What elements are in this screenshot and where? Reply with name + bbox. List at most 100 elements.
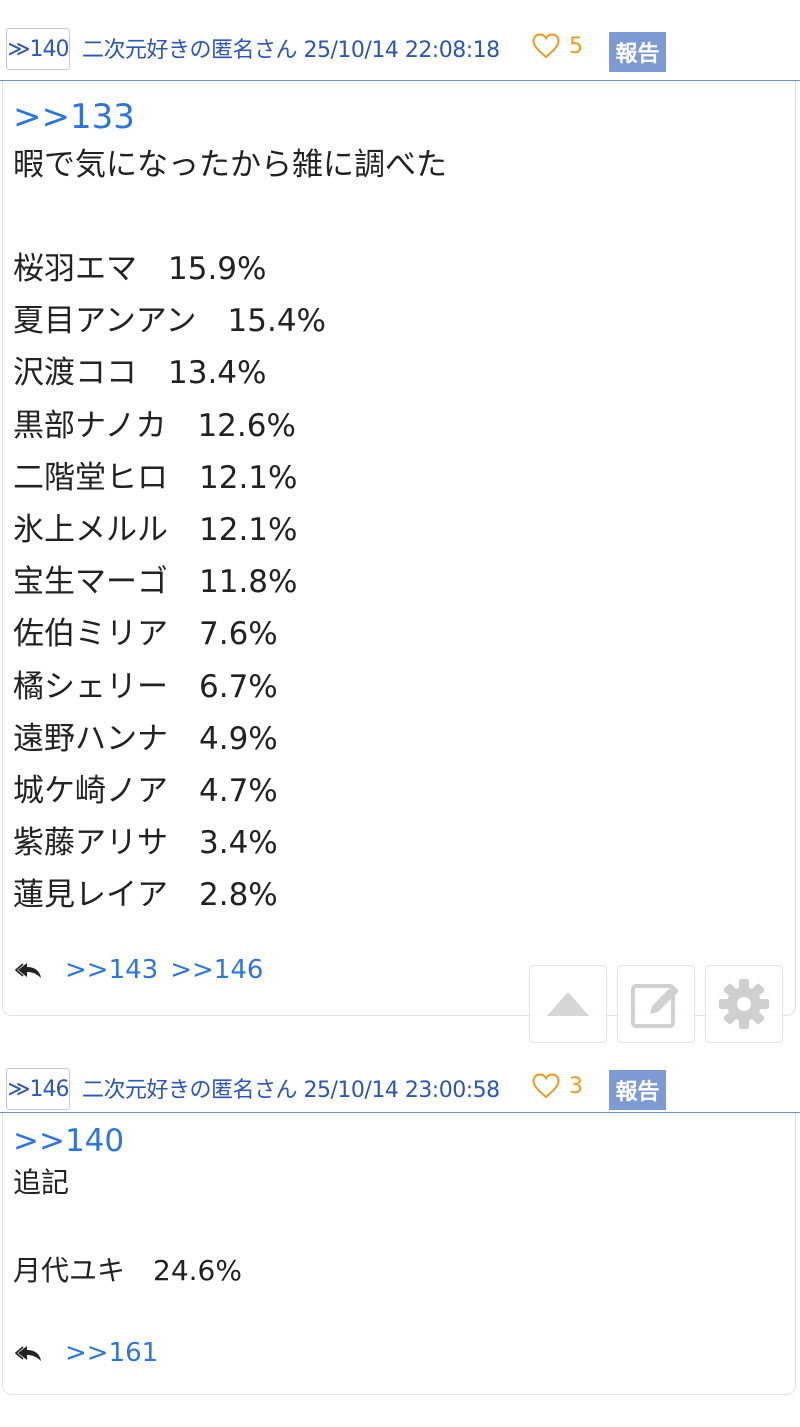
separator bbox=[168, 721, 199, 757]
reply-link[interactable]: >>161 bbox=[65, 1338, 158, 1368]
character-name: 二階堂ヒロ bbox=[13, 459, 168, 496]
res-number-button[interactable]: ≫ 146 bbox=[6, 1068, 70, 1110]
separator bbox=[168, 564, 199, 600]
ranking-row: 氷上メルル 12.1% bbox=[13, 504, 795, 556]
author-name: 二次元好きの匿名さん bbox=[82, 1078, 298, 1103]
percentage-value: 4.9% bbox=[199, 720, 278, 757]
post-body: >>133 暇で気になったから雑に調べた 桜羽エマ 15.9% 夏目アンアン 15… bbox=[2, 81, 796, 1016]
res-number: 140 bbox=[29, 36, 70, 62]
like-button[interactable]: 3 bbox=[531, 1072, 583, 1100]
separator bbox=[168, 877, 199, 913]
separator bbox=[168, 512, 199, 548]
percentage-value: 11.8% bbox=[199, 564, 298, 601]
reply-link[interactable]: >>143 bbox=[65, 955, 158, 985]
character-name: 紫藤アリサ bbox=[13, 825, 168, 862]
character-name: 桜羽エマ bbox=[13, 251, 137, 287]
character-name: 夏目アンアン bbox=[13, 303, 197, 340]
res-number: 146 bbox=[29, 1076, 70, 1102]
post-header: ≫ 140 二次元好きの匿名さん 25/10/14 22:08:18 5 報告 bbox=[0, 0, 800, 81]
separator bbox=[168, 616, 199, 652]
character-name: 沢渡ココ bbox=[13, 355, 137, 392]
percentage-value: 12.1% bbox=[199, 512, 298, 549]
separator bbox=[168, 460, 199, 496]
ranking-row: 二階堂ヒロ 12.1% bbox=[13, 452, 795, 504]
ranking-row: 宝生マーゴ 11.8% bbox=[13, 556, 795, 608]
post: ≫ 146 二次元好きの匿名さん 25/10/14 23:00:58 3 報告 >… bbox=[0, 1068, 800, 1395]
character-name: 蓮見レイア bbox=[13, 877, 168, 914]
character-name: 城ケ崎ノア bbox=[13, 773, 168, 810]
author-name: 二次元好きの匿名さん bbox=[82, 38, 298, 63]
ranking-row: 黒部ナノカ 12.6% bbox=[13, 400, 795, 452]
anchor-link[interactable]: >>140 bbox=[13, 1121, 795, 1161]
character-name: 佐伯ミリア bbox=[13, 616, 168, 653]
separator bbox=[168, 669, 199, 705]
ranking-row: 橘シェリー 6.7% bbox=[13, 661, 795, 713]
like-count: 5 bbox=[569, 33, 583, 59]
post-timestamp: 25/10/14 22:08:18 bbox=[303, 38, 501, 63]
settings-button[interactable] bbox=[705, 965, 783, 1043]
ranking-row: 佐伯ミリア 7.6% bbox=[13, 608, 795, 660]
post-text: 暇で気になったから雑に調べた bbox=[13, 147, 447, 183]
percentage-value: 15.4% bbox=[227, 303, 327, 340]
percentage-value: 7.6% bbox=[199, 616, 278, 653]
gear-icon bbox=[719, 979, 769, 1029]
character-name: 月代ユキ bbox=[13, 1254, 126, 1287]
separator bbox=[166, 408, 197, 444]
percentage-value: 12.1% bbox=[199, 459, 298, 496]
scroll-top-button[interactable] bbox=[529, 965, 607, 1043]
post-body: >>140 追記 月代ユキ 24.6% >>161 bbox=[2, 1113, 796, 1395]
percentage-value: 4.7% bbox=[199, 773, 278, 810]
percentage-value: 24.6% bbox=[153, 1254, 242, 1287]
separator bbox=[125, 1254, 153, 1287]
character-name: 遠野ハンナ bbox=[13, 720, 168, 757]
separator bbox=[168, 825, 199, 861]
character-name: 宝生マーゴ bbox=[13, 564, 168, 601]
post-header: ≫ 146 二次元好きの匿名さん 25/10/14 23:00:58 3 報告 bbox=[0, 1068, 800, 1113]
percentage-value: 13.4% bbox=[168, 355, 267, 392]
report-button[interactable]: 報告 bbox=[609, 1070, 666, 1110]
res-number-button[interactable]: ≫ 140 bbox=[6, 28, 70, 70]
reply-links: >>161 bbox=[13, 1329, 795, 1377]
separator bbox=[168, 773, 199, 809]
report-button[interactable]: 報告 bbox=[609, 32, 666, 72]
triangle-up-icon bbox=[547, 992, 589, 1016]
ranking-row: 城ケ崎ノア 4.7% bbox=[13, 765, 795, 817]
character-name: 橘シェリー bbox=[13, 668, 168, 705]
post-meta: 二次元好きの匿名さん 25/10/14 23:00:58 bbox=[82, 1072, 500, 1104]
edit-icon bbox=[631, 984, 679, 1028]
ranking-row: 桜羽エマ 15.9% bbox=[13, 243, 795, 295]
post: ≫ 140 二次元好きの匿名さん 25/10/14 22:08:18 5 報告 >… bbox=[0, 0, 800, 1016]
percentage-value: 6.7% bbox=[199, 668, 278, 705]
double-chevron-icon: ≫ bbox=[7, 36, 30, 62]
ranking-row: 紫藤アリサ 3.4% bbox=[13, 817, 795, 869]
percentage-value: 2.8% bbox=[199, 877, 278, 914]
ranking-row: 蓮見レイア 2.8% bbox=[13, 869, 795, 921]
post-meta: 二次元好きの匿名さん 25/10/14 22:08:18 bbox=[82, 32, 500, 64]
post-timestamp: 25/10/14 23:00:58 bbox=[303, 1078, 501, 1103]
like-count: 3 bbox=[569, 1073, 583, 1099]
heart-icon bbox=[532, 33, 560, 59]
separator bbox=[197, 303, 228, 339]
double-chevron-icon: ≫ bbox=[7, 1076, 30, 1102]
ranking-list: 月代ユキ 24.6% bbox=[13, 1249, 795, 1293]
compose-button[interactable] bbox=[617, 965, 695, 1043]
percentage-value: 3.4% bbox=[199, 825, 278, 862]
ranking-list: 桜羽エマ 15.9% 夏目アンアン 15.4% 沢渡ココ 13.4% 黒部ナノカ 12… bbox=[13, 243, 795, 922]
percentage-value: 15.9% bbox=[168, 251, 267, 287]
ranking-row: 夏目アンアン 15.4% bbox=[13, 295, 795, 347]
ranking-row: 遠野ハンナ 4.9% bbox=[13, 713, 795, 765]
ranking-row: 月代ユキ 24.6% bbox=[13, 1249, 795, 1293]
character-name: 黒部ナノカ bbox=[13, 407, 167, 444]
percentage-value: 12.6% bbox=[197, 407, 296, 444]
reply-icon bbox=[15, 962, 41, 978]
like-button[interactable]: 5 bbox=[531, 32, 583, 60]
separator bbox=[137, 251, 168, 287]
ranking-row: 沢渡ココ 13.4% bbox=[13, 347, 795, 399]
reply-link[interactable]: >>146 bbox=[170, 955, 263, 985]
separator bbox=[137, 355, 168, 391]
post-text: 追記 bbox=[13, 1166, 70, 1199]
reply-icon bbox=[15, 1346, 41, 1361]
anchor-link[interactable]: >>133 bbox=[13, 95, 795, 139]
heart-icon bbox=[532, 1073, 560, 1099]
character-name: 氷上メルル bbox=[13, 512, 168, 549]
